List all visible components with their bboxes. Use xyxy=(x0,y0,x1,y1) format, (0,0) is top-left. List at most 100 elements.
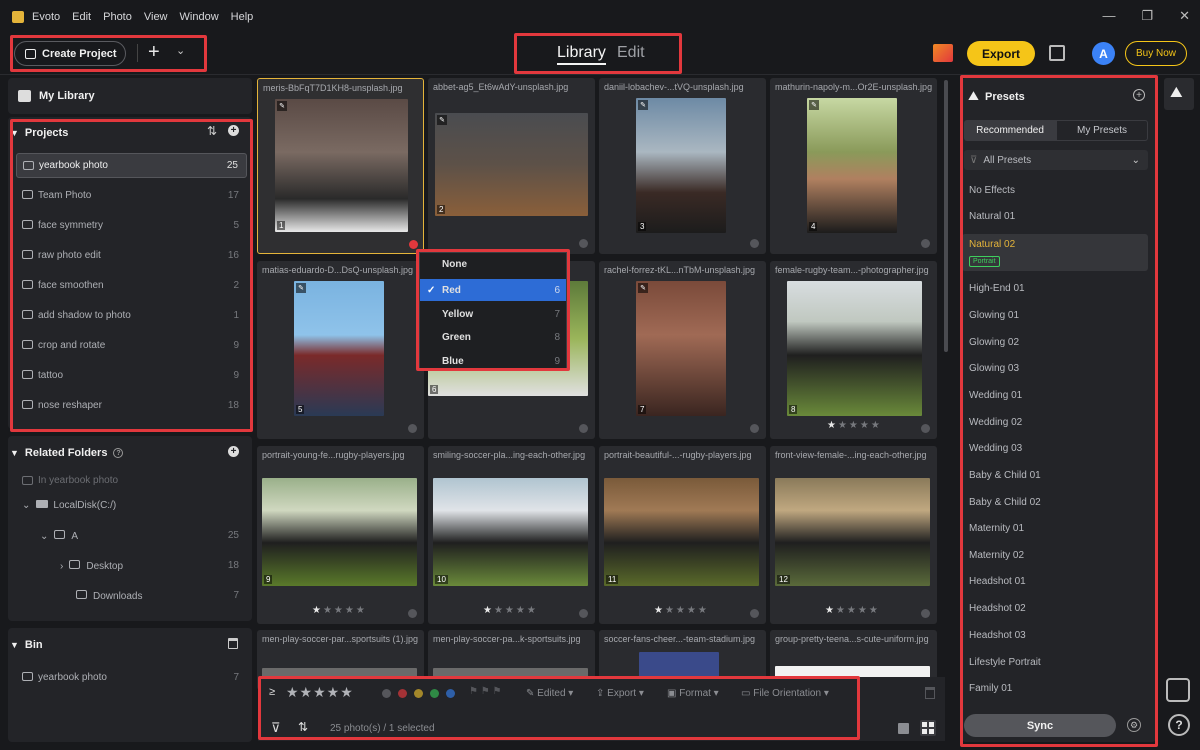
avatar[interactable]: A xyxy=(1092,42,1115,65)
tree-folder-desktop[interactable]: › Desktop 18 xyxy=(60,560,247,572)
color-filter-none[interactable] xyxy=(382,689,391,698)
add-project-icon[interactable]: + xyxy=(228,125,239,136)
menu-edit[interactable]: Edit xyxy=(72,11,91,23)
color-option-green[interactable]: Green 8 xyxy=(420,326,566,348)
project-item[interactable]: Team Photo 17 xyxy=(16,183,247,208)
color-filter-green[interactable] xyxy=(430,689,439,698)
color-label-dot[interactable] xyxy=(409,240,418,249)
photo-card[interactable]: rachel-forrez-tKL...nTbM-unsplash.jpg ✎ 7 xyxy=(599,261,766,439)
color-label-dot[interactable] xyxy=(921,239,930,248)
project-item[interactable]: raw photo edit 16 xyxy=(16,243,247,268)
sync-settings-icon[interactable]: ⚙ xyxy=(1127,718,1141,732)
color-filter-blue[interactable] xyxy=(446,689,455,698)
photo-card[interactable]: mathurin-napoly-m...Or2E-unsplash.jpg ✎ 4 xyxy=(770,78,937,254)
create-project-button[interactable]: Create Project xyxy=(14,41,126,66)
color-label-dot[interactable] xyxy=(921,424,930,433)
color-label-dot[interactable] xyxy=(579,239,588,248)
add-preset-icon[interactable]: + xyxy=(1133,89,1145,101)
grid-scrollbar[interactable] xyxy=(944,80,948,352)
tab-my-presets[interactable]: My Presets xyxy=(1056,120,1148,141)
tree-folder-a[interactable]: ⌄ A 25 xyxy=(40,530,247,542)
project-item[interactable]: crop and rotate 9 xyxy=(16,333,247,358)
star-rating-filter[interactable]: ★★★★★ xyxy=(286,684,354,701)
presets-side-tab[interactable]: ⛰ xyxy=(1164,78,1194,110)
project-item[interactable]: face smoothen 2 xyxy=(16,273,247,298)
format-filter[interactable]: ▣ Format ▾ xyxy=(667,688,719,699)
help-icon[interactable]: ? xyxy=(1168,714,1190,736)
minimize-icon[interactable]: — xyxy=(1102,8,1115,24)
color-option-blue[interactable]: Blue 9 xyxy=(420,350,566,372)
color-label-dot[interactable] xyxy=(750,609,759,618)
sort-icon[interactable]: ⇅ xyxy=(207,124,217,138)
maximize-icon[interactable]: ❐ xyxy=(1141,8,1153,24)
star-rating[interactable]: ★★★★★ xyxy=(825,605,880,616)
preset-item[interactable]: Wedding 02 xyxy=(962,417,1148,428)
filter-icon[interactable]: ⊽ xyxy=(271,720,281,736)
my-library[interactable]: My Library xyxy=(8,78,252,114)
menu-window[interactable]: Window xyxy=(180,11,219,23)
photo-card[interactable]: portrait-beautiful-...-rugby-players.jpg… xyxy=(599,446,766,624)
photo-card[interactable]: female-rugby-team...-photographer.jpg 8 ★★… xyxy=(770,261,937,439)
switch-window-icon[interactable] xyxy=(1049,45,1065,61)
preset-item[interactable]: Baby & Child 02 xyxy=(962,497,1148,508)
preset-item[interactable]: Glowing 02 xyxy=(962,337,1148,348)
trash-icon[interactable] xyxy=(925,687,935,699)
color-label-dot[interactable] xyxy=(750,239,759,248)
color-label-dot[interactable] xyxy=(579,609,588,618)
tree-folder-downloads[interactable]: Downloads 7 xyxy=(76,590,247,602)
projects-header[interactable]: ▼ Projects xyxy=(10,127,68,139)
add-folder-icon[interactable]: + xyxy=(228,446,239,457)
color-filter-yellow[interactable] xyxy=(414,689,423,698)
color-option-none[interactable]: None xyxy=(420,253,566,275)
menu-photo[interactable]: Photo xyxy=(103,11,132,23)
export-button[interactable]: Export xyxy=(967,41,1035,66)
tab-library[interactable]: Library xyxy=(557,44,606,65)
project-item[interactable]: face symmetry 5 xyxy=(16,213,247,238)
color-option-yellow[interactable]: Yellow 7 xyxy=(420,303,566,325)
project-item[interactable]: yearbook photo 25 xyxy=(16,153,247,178)
collapse-triangle-icon[interactable]: ▼ xyxy=(10,128,19,138)
project-item[interactable]: tattoo 9 xyxy=(16,363,247,388)
chevron-down-icon[interactable]: ⌄ xyxy=(176,44,185,57)
color-label-dot[interactable] xyxy=(408,609,417,618)
chevron-down-icon[interactable]: ⌄ xyxy=(40,531,48,542)
star-rating[interactable]: ★★★★★ xyxy=(654,605,709,616)
tab-edit[interactable]: Edit xyxy=(617,44,645,62)
photo-card[interactable]: portrait-young-fe...rugby-players.jpg 9 ★★… xyxy=(257,446,424,624)
buy-now-button[interactable]: Buy Now xyxy=(1125,41,1187,66)
grid-view-icon[interactable] xyxy=(920,720,936,736)
chevron-right-icon[interactable]: › xyxy=(60,561,63,572)
trash-icon[interactable] xyxy=(228,638,238,649)
project-item[interactable]: add shadow to photo 1 xyxy=(16,303,247,328)
preset-item[interactable]: Maternity 02 xyxy=(962,550,1148,561)
photo-card[interactable]: front-view-female-...ing-each-other.jpg 1… xyxy=(770,446,937,624)
edited-filter[interactable]: ✎ Edited ▾ xyxy=(526,688,573,699)
preset-item[interactable]: Wedding 01 xyxy=(962,390,1148,401)
chevron-down-icon[interactable]: ⌄ xyxy=(22,500,30,511)
preset-filter-select[interactable]: ⊽ All Presets ⌄ xyxy=(964,150,1148,170)
preset-item[interactable]: Baby & Child 01 xyxy=(962,470,1148,481)
info-icon[interactable]: ? xyxy=(113,448,124,458)
preset-item[interactable]: Headshot 02 xyxy=(962,603,1148,614)
related-folders-header[interactable]: ▼ Related Folders ? xyxy=(10,447,124,459)
preset-item[interactable]: Wedding 03 xyxy=(962,443,1148,454)
close-icon[interactable]: ✕ xyxy=(1179,8,1190,24)
color-label-dot[interactable] xyxy=(579,424,588,433)
color-option-red[interactable]: ✓ Red 6 xyxy=(420,279,566,301)
collapse-triangle-icon[interactable]: ▼ xyxy=(10,640,19,650)
star-rating[interactable]: ★★★★★ xyxy=(827,420,882,431)
sync-button[interactable]: Sync xyxy=(964,714,1116,737)
gallery-icon[interactable] xyxy=(933,44,953,62)
color-label-dot[interactable] xyxy=(408,424,417,433)
photo-card[interactable]: meris-BbFqT7D1KH8-unsplash.jpg ✎ 1 xyxy=(257,78,424,254)
preset-item[interactable]: Headshot 03 xyxy=(962,630,1148,641)
export-filter[interactable]: ⇪ Export ▾ xyxy=(596,688,644,699)
preset-item[interactable]: Lifestyle Portrait xyxy=(962,657,1148,668)
preset-item[interactable]: Glowing 01 xyxy=(962,310,1148,321)
book-icon[interactable] xyxy=(1166,678,1190,702)
tree-local-disk[interactable]: ⌄ LocalDisk(C:/) xyxy=(22,500,247,511)
color-label-dot[interactable] xyxy=(750,424,759,433)
preset-item[interactable]: Family 01 xyxy=(962,683,1148,694)
preset-item[interactable]: No Effects xyxy=(962,185,1148,196)
photo-card[interactable]: matias-eduardo-D...DsQ-unsplash.jpg ✎ 5 xyxy=(257,261,424,439)
